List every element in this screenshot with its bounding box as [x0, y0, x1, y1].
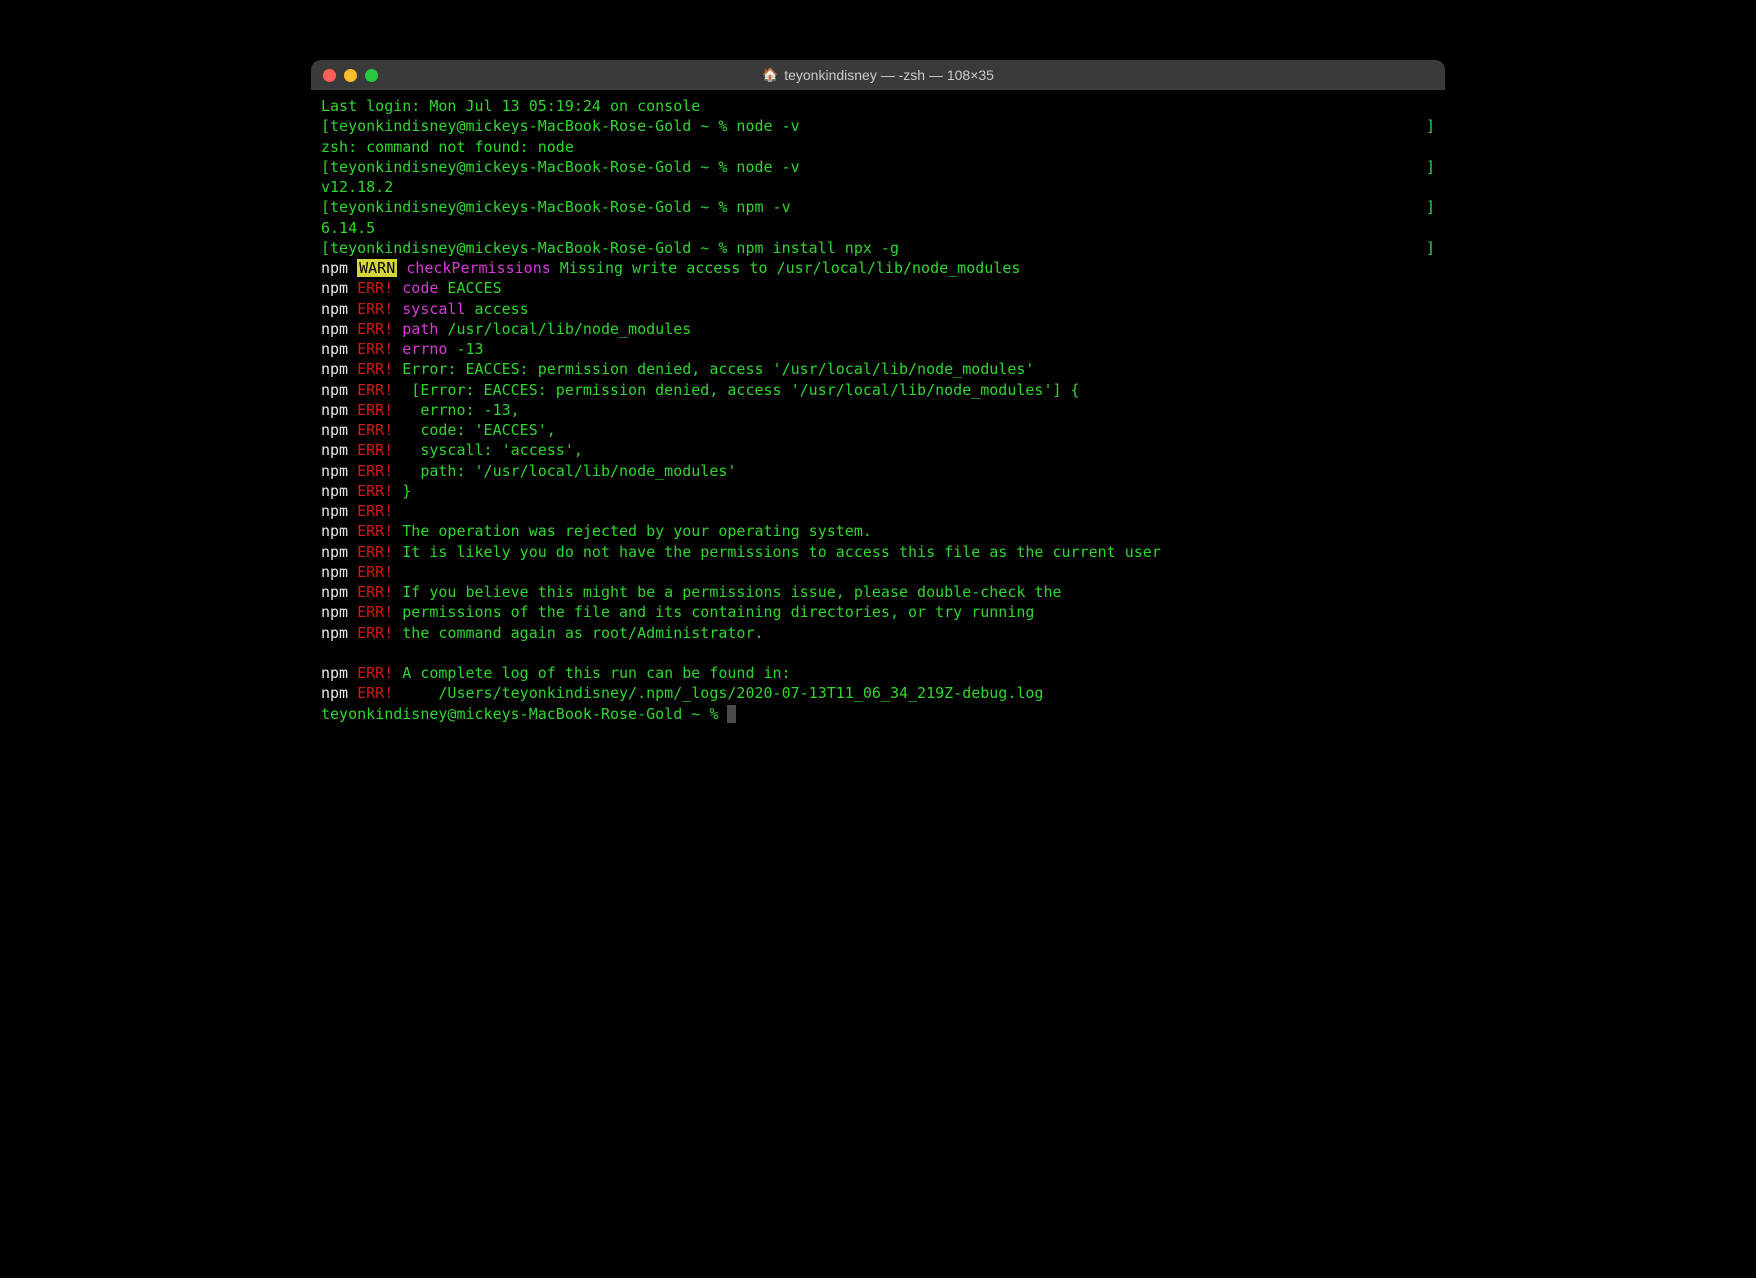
err-complete-log-line: npm ERR! A complete log of this run can …	[321, 663, 1435, 683]
home-icon: 🏠	[762, 67, 778, 83]
prompt-line-4: [teyonkindisney@mickeys-MacBook-Rose-Gol…	[321, 238, 1435, 258]
warn-line: npm WARN checkPermissions Missing write …	[321, 258, 1435, 278]
prompt-line-3: [teyonkindisney@mickeys-MacBook-Rose-Gol…	[321, 197, 1435, 217]
minimize-button[interactable]	[344, 69, 357, 82]
err-blank-line-2: npm ERR!	[321, 562, 1435, 582]
fullscreen-button[interactable]	[365, 69, 378, 82]
err-blank-line-1: npm ERR!	[321, 501, 1435, 521]
prompt-line-2: [teyonkindisney@mickeys-MacBook-Rose-Gol…	[321, 157, 1435, 177]
traffic-lights	[323, 69, 378, 82]
titlebar[interactable]: 🏠 teyonkindisney — -zsh — 108×35	[311, 60, 1445, 90]
err-code-detail-line: npm ERR! code: 'EACCES',	[321, 420, 1435, 440]
warn-badge: WARN	[357, 259, 397, 277]
node-version-line: v12.18.2	[321, 177, 1435, 197]
final-prompt-line: teyonkindisney@mickeys-MacBook-Rose-Gold…	[321, 704, 1435, 724]
err-syscall-line: npm ERR! syscall access	[321, 299, 1435, 319]
err-likely-line: npm ERR! It is likely you do not have th…	[321, 542, 1435, 562]
last-login-line: Last login: Mon Jul 13 05:19:24 on conso…	[321, 96, 1435, 116]
err-code-line: npm ERR! code EACCES	[321, 278, 1435, 298]
err-path-detail-line: npm ERR! path: '/usr/local/lib/node_modu…	[321, 461, 1435, 481]
err-believe-line: npm ERR! If you believe this might be a …	[321, 582, 1435, 602]
terminal-window: 🏠 teyonkindisney — -zsh — 108×35 Last lo…	[311, 60, 1445, 830]
err-log-path-line: npm ERR! /Users/teyonkindisney/.npm/_log…	[321, 683, 1435, 703]
err-perms-file-line: npm ERR! permissions of the file and its…	[321, 602, 1435, 622]
err-main-line: npm ERR! Error: EACCES: permission denie…	[321, 359, 1435, 379]
err-operation-line: npm ERR! The operation was rejected by y…	[321, 521, 1435, 541]
window-title: 🏠 teyonkindisney — -zsh — 108×35	[323, 67, 1433, 83]
blank-line	[321, 643, 1435, 663]
err-close-line: npm ERR! }	[321, 481, 1435, 501]
npm-version-line: 6.14.5	[321, 218, 1435, 238]
title-text: teyonkindisney — -zsh — 108×35	[784, 67, 994, 83]
err-syscall-detail-line: npm ERR! syscall: 'access',	[321, 440, 1435, 460]
cursor	[727, 705, 736, 723]
prompt-line-1: [teyonkindisney@mickeys-MacBook-Rose-Gol…	[321, 116, 1435, 136]
not-found-line: zsh: command not found: node	[321, 137, 1435, 157]
terminal-body[interactable]: Last login: Mon Jul 13 05:19:24 on conso…	[311, 90, 1445, 830]
err-command-root-line: npm ERR! the command again as root/Admin…	[321, 623, 1435, 643]
err-detail-open-line: npm ERR! [Error: EACCES: permission deni…	[321, 380, 1435, 400]
close-button[interactable]	[323, 69, 336, 82]
err-errno-detail-line: npm ERR! errno: -13,	[321, 400, 1435, 420]
err-path-line: npm ERR! path /usr/local/lib/node_module…	[321, 319, 1435, 339]
err-errno-line: npm ERR! errno -13	[321, 339, 1435, 359]
